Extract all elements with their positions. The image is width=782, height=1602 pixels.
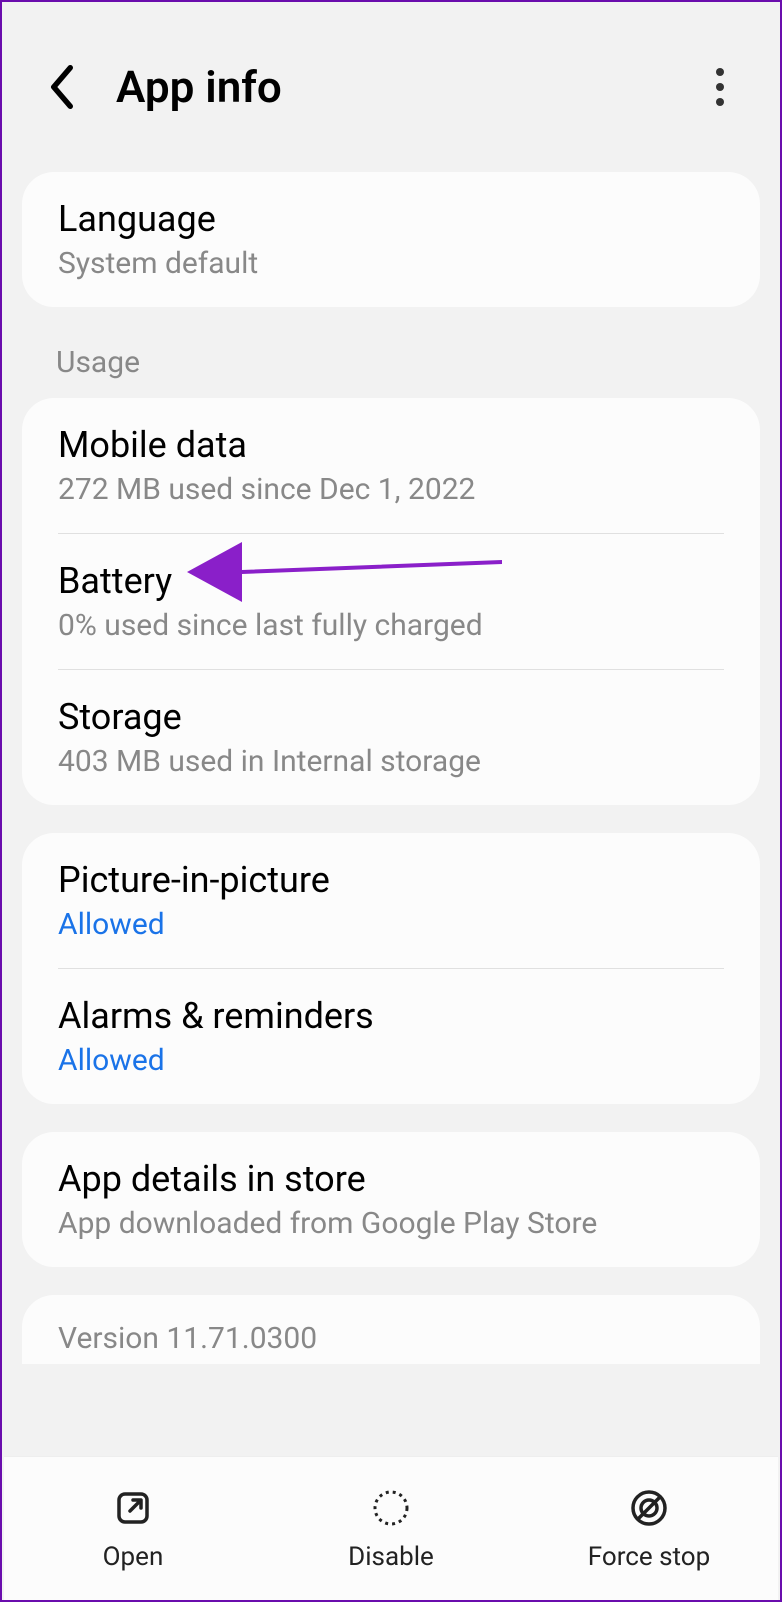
back-button[interactable] xyxy=(38,63,86,111)
language-card: Language System default xyxy=(22,172,760,307)
app-details-row[interactable]: App details in store App downloaded from… xyxy=(22,1132,760,1267)
permissions-card: Picture-in-picture Allowed Alarms & remi… xyxy=(22,833,760,1104)
language-title: Language xyxy=(58,198,724,240)
force-stop-button[interactable]: Force stop xyxy=(520,1486,778,1572)
mobile-data-value: 272 MB used since Dec 1, 2022 xyxy=(58,472,724,507)
disable-button[interactable]: Disable xyxy=(262,1486,520,1572)
version-card: Version 11.71.0300 xyxy=(22,1295,760,1364)
storage-title: Storage xyxy=(58,696,724,738)
disable-icon xyxy=(371,1488,411,1528)
force-stop-icon xyxy=(629,1488,669,1528)
alarms-status: Allowed xyxy=(58,1043,724,1078)
pip-row[interactable]: Picture-in-picture Allowed xyxy=(22,833,760,968)
storage-value: 403 MB used in Internal storage xyxy=(58,744,724,779)
version-text: Version 11.71.0300 xyxy=(58,1321,724,1356)
battery-title: Battery xyxy=(58,560,724,602)
open-label: Open xyxy=(103,1542,164,1572)
pip-status: Allowed xyxy=(58,907,724,942)
battery-value: 0% used since last fully charged xyxy=(58,608,724,643)
page-title: App info xyxy=(116,61,696,113)
language-value: System default xyxy=(58,246,724,281)
storage-row[interactable]: Storage 403 MB used in Internal storage xyxy=(22,670,760,805)
battery-row[interactable]: Battery 0% used since last fully charged xyxy=(22,534,760,669)
app-details-value: App downloaded from Google Play Store xyxy=(58,1206,724,1241)
language-row[interactable]: Language System default xyxy=(22,172,760,307)
app-details-title: App details in store xyxy=(58,1158,724,1200)
bottom-action-bar: Open Disable Force stop xyxy=(4,1456,778,1600)
pip-title: Picture-in-picture xyxy=(58,859,724,901)
disable-label: Disable xyxy=(348,1542,434,1572)
open-external-icon xyxy=(113,1488,153,1528)
more-vertical-icon xyxy=(715,67,725,107)
store-card: App details in store App downloaded from… xyxy=(22,1132,760,1267)
mobile-data-title: Mobile data xyxy=(58,424,724,466)
more-options-button[interactable] xyxy=(696,63,744,111)
alarms-row[interactable]: Alarms & reminders Allowed xyxy=(22,969,760,1104)
chevron-left-icon xyxy=(48,65,76,109)
force-stop-label: Force stop xyxy=(588,1542,710,1572)
usage-section-label: Usage xyxy=(2,335,780,398)
open-button[interactable]: Open xyxy=(4,1486,262,1572)
alarms-title: Alarms & reminders xyxy=(58,995,724,1037)
mobile-data-row[interactable]: Mobile data 272 MB used since Dec 1, 202… xyxy=(22,398,760,533)
usage-card: Mobile data 272 MB used since Dec 1, 202… xyxy=(22,398,760,805)
app-bar: App info xyxy=(2,2,780,172)
